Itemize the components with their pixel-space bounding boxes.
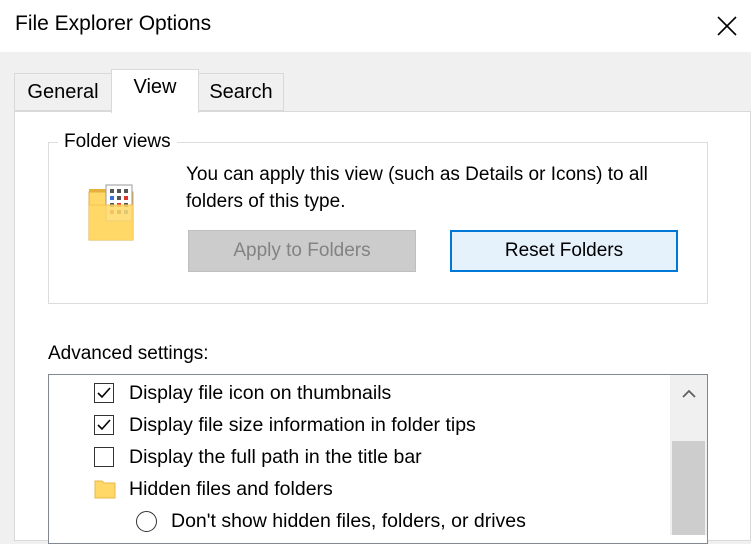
window-title: File Explorer Options [15,12,212,35]
checkmark-icon [97,419,111,431]
advanced-settings-list[interactable]: Display file icon on thumbnails Display … [48,374,708,544]
list-item-label: Display file icon on thumbnails [129,381,392,404]
checkmark-icon [97,387,111,399]
checkbox[interactable] [94,415,114,435]
tab-view-label: View [133,76,177,98]
checkbox[interactable] [94,447,114,467]
chevron-up-icon [681,389,696,398]
list-item[interactable]: Display file icon on thumbnails [94,377,391,409]
vertical-scrollbar[interactable] [670,375,707,535]
folder-views-description: You can apply this view (such as Details… [186,164,648,212]
tab-general-label: General [27,81,99,103]
folder-icon [94,480,116,499]
scroll-up-button[interactable] [670,375,707,413]
advanced-settings-label: Advanced settings: [48,343,209,364]
list-item[interactable]: Don't show hidden files, folders, or dri… [136,505,526,537]
folder-views-legend: Folder views [58,131,177,153]
apply-to-folders-button[interactable]: Apply to Folders [188,230,416,272]
reset-folders-button[interactable]: Reset Folders [450,230,678,272]
tab-search[interactable]: Search [199,73,284,111]
list-item-label: Don't show hidden files, folders, or dri… [171,509,526,532]
close-button[interactable] [704,4,750,48]
list-item: Hidden files and folders [94,473,333,505]
list-item[interactable]: Display file size information in folder … [94,409,476,441]
list-item[interactable]: Display the full path in the title bar [94,441,422,473]
checkbox[interactable] [94,383,114,403]
list-item-label: Display file size information in folder … [129,413,476,436]
tab-general[interactable]: General [14,73,111,111]
scrollbar-thumb[interactable] [672,441,705,535]
list-item-label: Hidden files and folders [129,477,333,500]
tab-view[interactable]: View [111,69,199,113]
radio-button[interactable] [136,510,157,532]
list-item-label: Display the full path in the title bar [129,445,422,468]
tab-search-label: Search [209,81,273,103]
close-icon [717,16,737,36]
folder-views-icon [88,184,134,241]
title-bar: File Explorer Options [0,0,751,52]
